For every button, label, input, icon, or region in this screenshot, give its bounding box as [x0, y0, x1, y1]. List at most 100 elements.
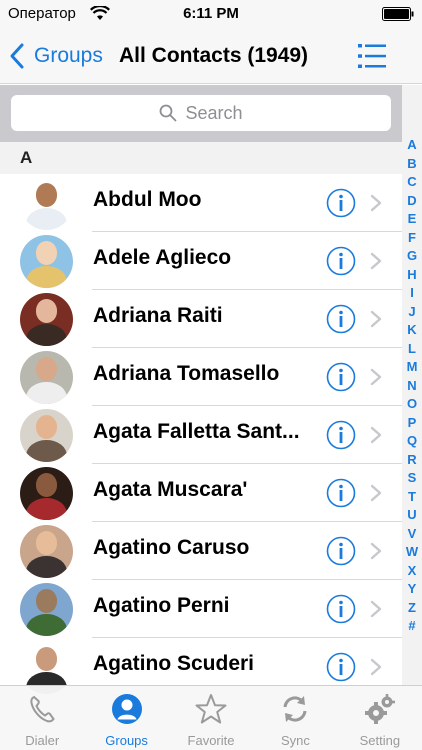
tab-dialer[interactable]: Dialer: [0, 686, 84, 750]
section-index-list[interactable]: A B C D E F G H I J K L M N O P Q R S T U V W X Y Z #: [402, 136, 422, 636]
chevron-right-icon: [370, 484, 382, 502]
tab-sync-label: Sync: [280, 733, 310, 748]
contact-row[interactable]: Agata Falletta Sant...: [0, 406, 402, 464]
tab-dialer-label: Dialer: [25, 733, 60, 748]
index-letter[interactable]: N: [402, 377, 422, 396]
index-letter[interactable]: S: [402, 469, 422, 488]
chevron-right-icon: [370, 658, 382, 676]
star-icon: [195, 694, 227, 724]
index-letter[interactable]: M: [402, 358, 422, 377]
chevron-right-icon: [370, 310, 382, 328]
index-letter[interactable]: O: [402, 395, 422, 414]
contact-name: Agata Muscara': [93, 478, 248, 501]
index-letter[interactable]: P: [402, 414, 422, 433]
search-icon: [160, 104, 177, 122]
index-letter[interactable]: Y: [402, 580, 422, 599]
contact-name: Agatino Perni: [93, 594, 230, 617]
info-icon[interactable]: [326, 188, 356, 218]
tab-groups[interactable]: Groups: [84, 686, 168, 750]
search-input[interactable]: Search: [11, 95, 391, 131]
index-letter[interactable]: V: [402, 525, 422, 544]
contact-row[interactable]: Adele Aglieco: [0, 232, 402, 290]
index-letter[interactable]: U: [402, 506, 422, 525]
tab-groups-label: Groups: [105, 733, 148, 748]
search-bar: Search: [0, 85, 402, 142]
index-letter[interactable]: A: [402, 136, 422, 155]
search-placeholder: Search: [185, 102, 243, 123]
phone-icon: [30, 695, 55, 723]
index-letter[interactable]: E: [402, 210, 422, 229]
index-letter[interactable]: B: [402, 155, 422, 174]
tab-favorite[interactable]: Favorite: [169, 686, 253, 750]
gears-icon: [364, 694, 395, 724]
contact-name: Agatino Scuderi: [93, 652, 255, 675]
contact-name: Adele Aglieco: [93, 246, 232, 269]
index-letter[interactable]: Q: [402, 432, 422, 451]
tab-sync[interactable]: Sync: [253, 686, 337, 750]
info-icon[interactable]: [326, 420, 356, 450]
index-letter[interactable]: W: [402, 543, 422, 562]
info-icon[interactable]: [326, 304, 356, 334]
info-icon[interactable]: [326, 652, 356, 682]
index-letter[interactable]: #: [402, 617, 422, 636]
sync-icon: [283, 696, 307, 722]
status-time: 6:11 PM: [183, 5, 239, 22]
list-menu-icon[interactable]: [358, 43, 386, 69]
tab-bar: Dialer Groups Favorite Sync Setting: [0, 685, 422, 750]
index-letter[interactable]: K: [402, 321, 422, 340]
info-icon[interactable]: [326, 246, 356, 276]
info-icon[interactable]: [326, 594, 356, 624]
avatar: [20, 525, 73, 578]
info-icon[interactable]: [326, 362, 356, 392]
index-letter[interactable]: R: [402, 451, 422, 470]
avatar: [20, 351, 73, 404]
index-letter[interactable]: J: [402, 303, 422, 322]
nav-bar: Groups All Contacts (1949): [0, 28, 422, 84]
contact-row[interactable]: Agatino Caruso: [0, 522, 402, 580]
chevron-right-icon: [370, 194, 382, 212]
chevron-right-icon: [370, 600, 382, 618]
avatar: [20, 293, 73, 346]
index-letter[interactable]: F: [402, 229, 422, 248]
contact-row[interactable]: Abdul Moo: [0, 174, 402, 232]
tab-setting-label: Setting: [359, 733, 401, 748]
index-letter[interactable]: Z: [402, 599, 422, 618]
chevron-right-icon: [370, 252, 382, 270]
contact-row[interactable]: Adriana Raiti: [0, 290, 402, 348]
contact-name: Adriana Raiti: [93, 304, 223, 327]
avatar: [20, 177, 73, 230]
avatar: [20, 235, 73, 288]
avatar: [20, 409, 73, 462]
back-button-label: Groups: [34, 44, 103, 67]
index-letter[interactable]: C: [402, 173, 422, 192]
index-letter[interactable]: L: [402, 340, 422, 359]
avatar: [20, 583, 73, 636]
contact-name: Abdul Moo: [93, 188, 202, 211]
avatar: [20, 467, 73, 520]
page-title: All Contacts (1949): [119, 44, 309, 67]
contact-row[interactable]: Agatino Perni: [0, 580, 402, 638]
groups-icon: [111, 694, 142, 724]
contact-name: Adriana Tomasello: [93, 362, 280, 385]
index-letter[interactable]: G: [402, 247, 422, 266]
tab-setting[interactable]: Setting: [338, 686, 422, 750]
back-button[interactable]: Groups: [8, 40, 103, 72]
contact-row[interactable]: Agata Muscara': [0, 464, 402, 522]
battery-icon: [382, 7, 414, 21]
index-letter[interactable]: X: [402, 562, 422, 581]
status-bar: Оператор 6:11 PM: [0, 0, 422, 28]
contact-row[interactable]: Adriana Tomasello: [0, 348, 402, 406]
contact-name: Agata Falletta Sant...: [93, 420, 300, 443]
index-letter[interactable]: H: [402, 266, 422, 285]
section-header: A: [0, 142, 402, 174]
index-letter[interactable]: T: [402, 488, 422, 507]
chevron-right-icon: [370, 426, 382, 444]
info-icon[interactable]: [326, 536, 356, 566]
chevron-left-icon: [10, 43, 24, 69]
index-letter[interactable]: D: [402, 192, 422, 211]
info-icon[interactable]: [326, 478, 356, 508]
index-letter[interactable]: I: [402, 284, 422, 303]
contact-list: Abdul Moo Adele Aglieco Adriana Raiti Adria…: [0, 174, 402, 696]
section-index[interactable]: A B C D E F G H I J K L M N O P Q R S T U V W X Y Z #: [402, 85, 422, 685]
chevron-right-icon: [370, 368, 382, 386]
